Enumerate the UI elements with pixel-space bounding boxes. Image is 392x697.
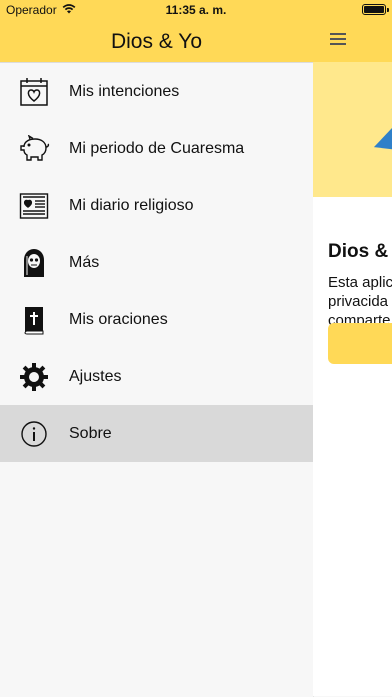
grim-reaper-icon: [18, 247, 50, 279]
status-bar: Operador 11:35 a. m.: [0, 0, 392, 20]
content-button[interactable]: [328, 323, 392, 364]
menu-item-label: Sobre: [69, 424, 112, 442]
menu-item-label: Mi periodo de Cuaresma: [69, 139, 245, 157]
journal-icon: [18, 190, 50, 222]
hero-banner: [313, 62, 392, 197]
logo-fragment: [369, 123, 392, 161]
menu-item-mas[interactable]: Más: [0, 234, 313, 291]
background-content: Dios & Esta aplic privacida comparte: [313, 62, 392, 696]
content-text-line: Esta aplic: [328, 274, 392, 291]
app-header: Operador 11:35 a. m. Dios & Yo: [0, 0, 392, 62]
battery-fill: [364, 6, 384, 13]
menu-item-sobre[interactable]: Sobre: [0, 405, 313, 462]
menu-item-oraciones[interactable]: Mis oraciones: [0, 291, 313, 348]
status-time: 11:35 a. m.: [165, 3, 227, 17]
page-title: Dios & Yo: [110, 30, 203, 53]
menu-item-cuaresma[interactable]: Mi periodo de Cuaresma: [0, 120, 313, 177]
bible-icon: [18, 304, 50, 336]
calendar-heart-icon: [18, 76, 50, 108]
menu-item-label: Más: [69, 253, 100, 271]
menu-item-label: Mis intenciones: [69, 82, 180, 100]
menu-item-ajustes[interactable]: Ajustes: [0, 348, 313, 405]
menu-item-diario[interactable]: Mi diario religioso: [0, 177, 313, 234]
content-text: Esta aplic privacida comparte: [328, 273, 392, 330]
menu-item-intenciones[interactable]: Mis intenciones: [0, 63, 313, 120]
battery-icon: [362, 4, 389, 15]
gear-icon: [18, 361, 50, 393]
side-drawer: Mis intenciones Mi periodo de Cuaresma M: [0, 62, 313, 697]
piggy-bank-icon: [18, 133, 50, 165]
content-title: Dios &: [328, 241, 389, 262]
info-icon: [18, 418, 50, 450]
menu-item-label: Mis oraciones: [69, 310, 168, 328]
hamburger-icon[interactable]: [330, 33, 346, 45]
menu-item-label: Mi diario religioso: [69, 196, 194, 214]
menu-item-label: Ajustes: [69, 367, 122, 385]
content-text-line: privacida: [328, 293, 389, 310]
